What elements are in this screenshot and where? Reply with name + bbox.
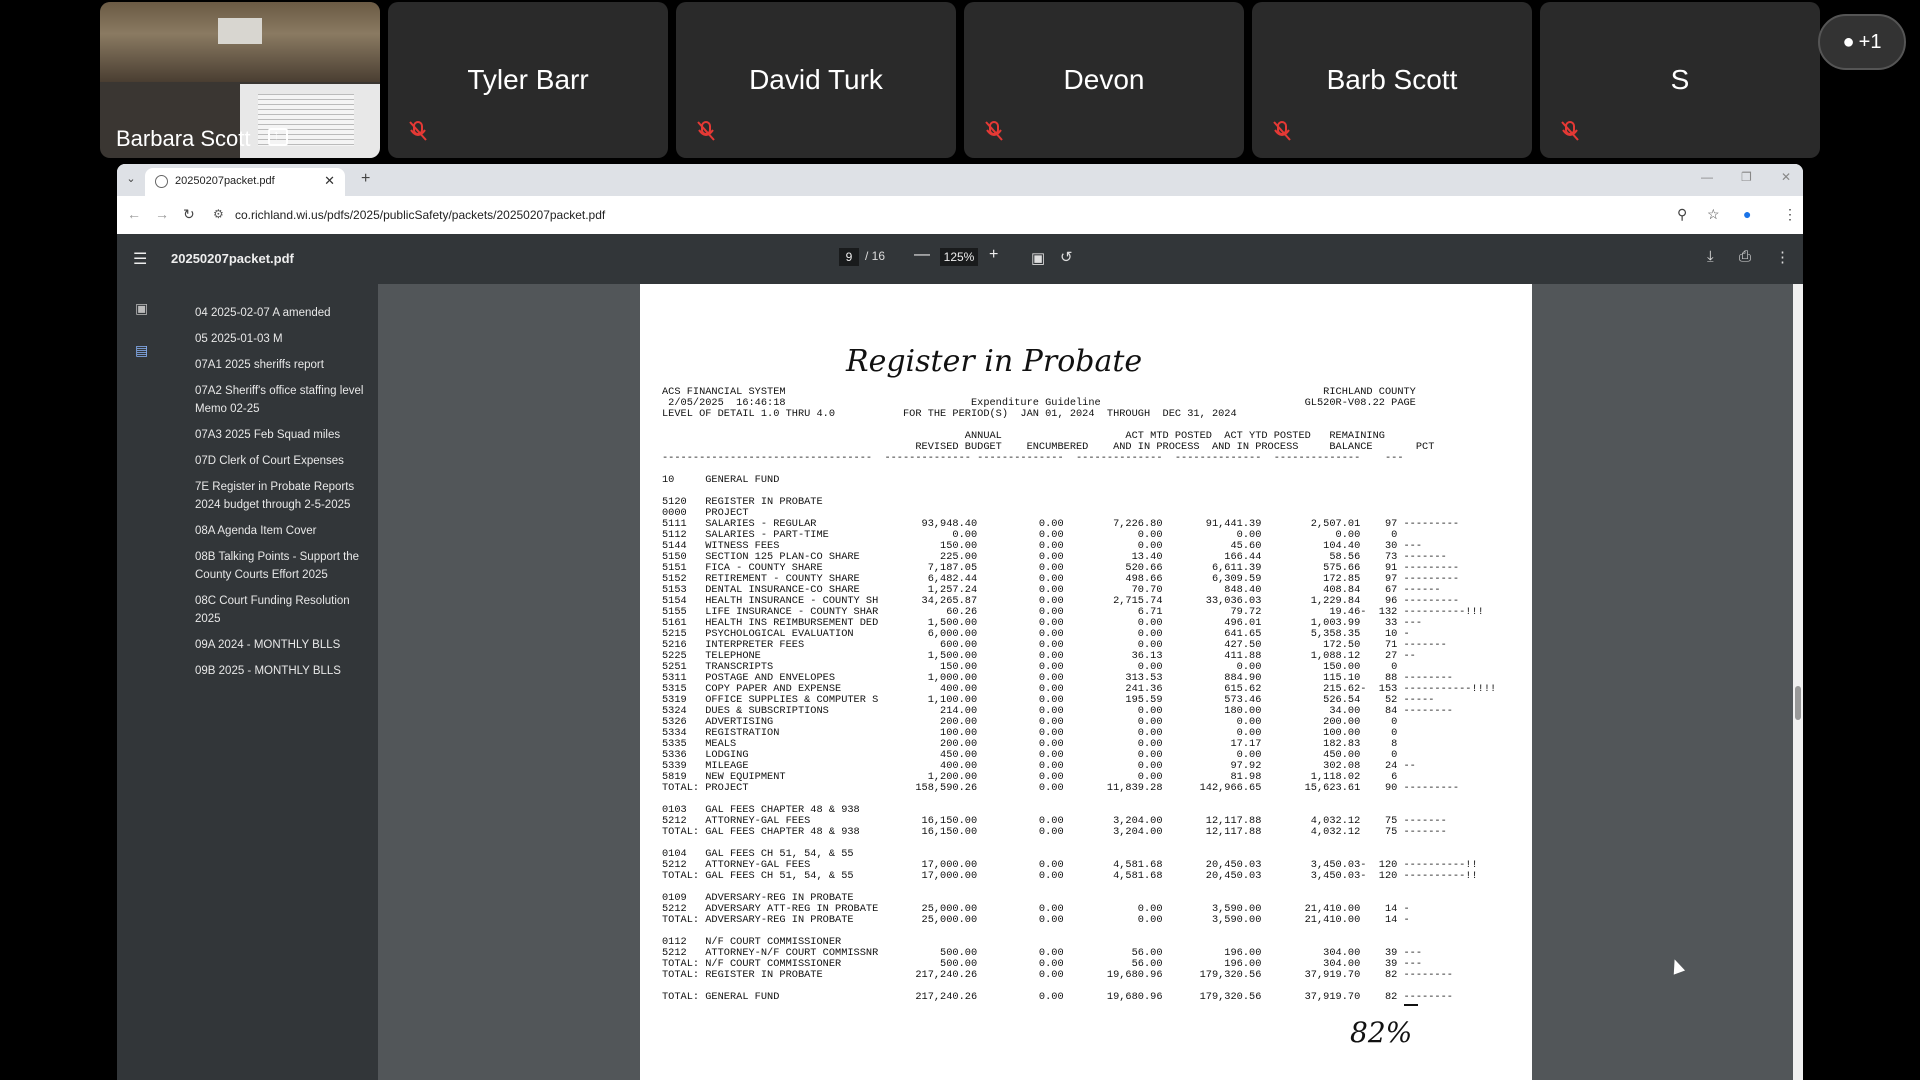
profile-icon[interactable]: ● [1743,206,1751,222]
fit-page-icon[interactable]: ▣ [1031,249,1045,267]
document-outline: 04 2025-02-07 A amended 05 2025-01-03 M … [195,304,375,688]
window-close-icon[interactable]: ✕ [1781,170,1791,184]
presenter-video-tile[interactable]: Barbara Scott [100,2,380,158]
participant-tile[interactable]: Devon [964,2,1244,158]
tab-active[interactable]: 20250207packet.pdf ✕ [145,168,345,196]
outline-item[interactable]: 09B 2025 - MONTHLY BLLS [195,662,375,680]
handwritten-percent: 82% [1350,1016,1413,1049]
pdf-page: Register in Probate ACS FINANCIAL SYSTEM… [640,284,1532,1080]
person-icon: ● [1842,30,1855,53]
pdf-sidebar: ▣ ▤ 04 2025-02-07 A amended 05 2025-01-0… [117,284,378,1080]
more-participants-count: +1 [1858,30,1882,53]
participant-name: Devon [1063,64,1145,95]
outline-item[interactable]: 07A2 Sheriff's office staffing level Mem… [195,382,375,418]
tab-bar: ⌄ 20250207packet.pdf ✕ + — ❐ ✕ [117,164,1803,196]
outline-icon[interactable]: ▤ [135,342,148,359]
back-icon[interactable]: ← [127,206,141,222]
menu-icon[interactable]: ☰ [133,249,147,269]
shared-screen-thumbnail [240,84,380,158]
outline-item[interactable]: 08B Talking Points - Support the County … [195,548,375,584]
presenter-name: Barbara Scott [116,126,251,151]
bookmark-star-icon[interactable]: ☆ [1707,206,1720,223]
outline-item[interactable]: 07D Clerk of Court Expenses [195,452,375,470]
reload-icon[interactable]: ↻ [183,206,195,223]
outline-item[interactable]: 09A 2024 - MONTHLY BLLS [195,636,375,654]
page-total: / 16 [865,249,886,263]
globe-icon [155,175,168,188]
participant-name: David Turk [749,64,883,95]
outline-item[interactable]: 07A1 2025 sheriffs report [195,356,375,374]
print-icon[interactable]: ⎙ [1739,248,1751,265]
handwritten-underline [1404,1004,1418,1006]
outline-item[interactable]: 07A3 2025 Feb Squad miles [195,426,375,444]
mic-muted-icon [1273,121,1291,141]
pdf-filename: 20250207packet.pdf [171,251,294,266]
outline-item[interactable]: 08A Agenda Item Cover [195,522,375,540]
participant-tile[interactable]: Barb Scott [1252,2,1532,158]
participant-tile[interactable]: S [1540,2,1820,158]
participant-name: S [1670,64,1690,95]
new-tab-button[interactable]: + [361,170,370,188]
tab-title: 20250207packet.pdf [175,175,275,187]
outline-item[interactable]: 08C Court Funding Resolution 2025 [195,592,375,628]
presenter-video-feed [100,2,380,82]
participant-tile[interactable]: David Turk [676,2,956,158]
mic-muted-icon [1561,121,1579,141]
site-info-icon[interactable]: ⚙ [213,207,224,221]
zoom-out-icon[interactable]: — [914,246,930,264]
url-text: co.richland.wi.us/pdfs/2025/publicSafety… [235,208,606,222]
pdf-canvas[interactable]: Register in Probate ACS FINANCIAL SYSTEM… [378,284,1803,1080]
handwritten-title: Register in Probate [846,344,1143,379]
zoom-in-icon[interactable]: + [989,246,998,264]
participant-name: Tyler Barr [467,64,589,95]
restore-icon[interactable]: ❐ [1741,170,1752,184]
forward-icon[interactable]: → [155,206,169,222]
browser-window: ⌄ 20250207packet.pdf ✕ + — ❐ ✕ ← → ↻ ⚙ c… [117,164,1803,1080]
download-icon[interactable]: ⤓ [1707,248,1714,265]
more-participants-button[interactable]: ● +1 [1818,14,1906,70]
page-number-input[interactable]: 9 [839,248,859,266]
browser-toolbar: ← → ↻ ⚙ co.richland.wi.us/pdfs/2025/publ… [117,196,1803,234]
zoom-level-input[interactable]: 125% [940,248,978,266]
participant-name: Barb Scott [1326,64,1458,95]
address-bar[interactable]: ⚙ co.richland.wi.us/pdfs/2025/publicSafe… [213,201,1713,229]
minimize-icon[interactable]: — [1701,170,1713,184]
pdf-toolbar: ☰ 20250207packet.pdf 9 / 16 — 125% + ▣ ↺… [117,234,1803,284]
scrollbar-thumb[interactable] [1795,686,1801,720]
thumbnails-icon[interactable]: ▣ [135,300,148,317]
vertical-scrollbar[interactable] [1793,284,1803,1080]
zoom-icon[interactable]: ⚲ [1677,206,1687,223]
outline-item[interactable]: 05 2025-01-03 M [195,330,375,348]
screen-share-icon [268,127,288,146]
pdf-more-icon[interactable]: ⋮ [1775,248,1790,266]
expenditure-report: ACS FINANCIAL SYSTEM RICHLAND COUNTY 2/0… [662,386,1497,1003]
outline-item[interactable]: 7E Register in Probate Reports 2024 budg… [195,478,375,514]
rotate-icon[interactable]: ↺ [1060,248,1073,266]
mic-muted-icon [697,121,715,141]
participant-tile[interactable]: Tyler Barr [388,2,668,158]
mic-muted-icon [409,121,427,141]
tab-search-icon[interactable]: ⌄ [123,172,139,188]
tab-close-icon[interactable]: ✕ [324,173,335,189]
browser-menu-icon[interactable]: ⋮ [1783,206,1797,223]
mic-muted-icon [985,121,1003,141]
outline-item[interactable]: 04 2025-02-07 A amended [195,304,375,322]
